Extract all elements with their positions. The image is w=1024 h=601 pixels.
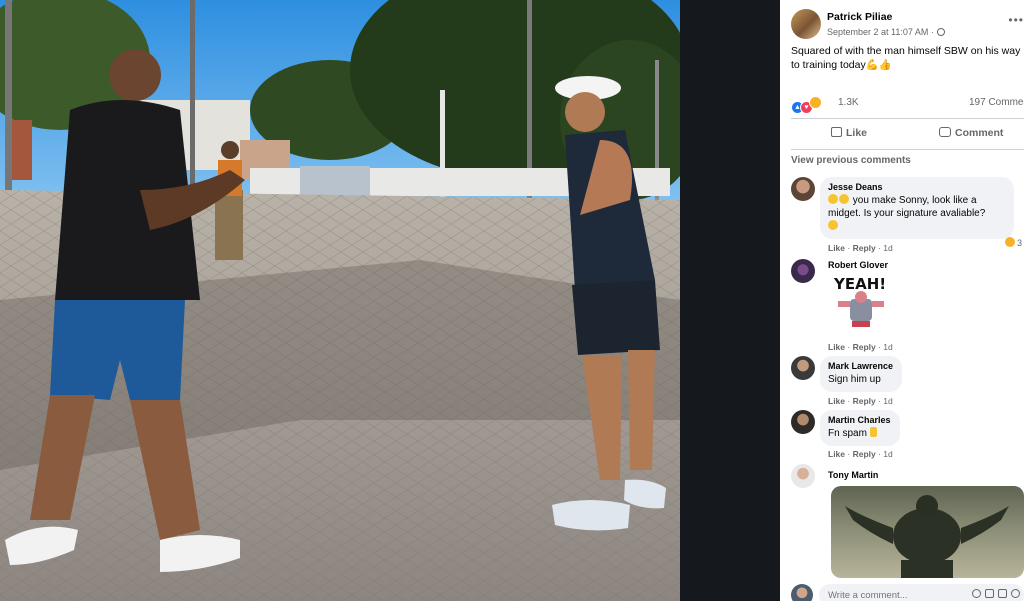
comment-item: Tony Martin xyxy=(791,464,1024,578)
comment-bubble: Jesse Deans you make Sonny, look like a … xyxy=(820,177,1014,239)
comment-bubble: Mark Lawrence Sign him up xyxy=(820,356,903,392)
commenter-avatar[interactable] xyxy=(791,177,815,201)
commenter-name[interactable]: Robert Glover xyxy=(828,260,888,270)
photo-letterbox xyxy=(680,0,780,601)
comment-actions: Like · Reply · 1d xyxy=(828,243,893,253)
comment-time[interactable]: 1d xyxy=(883,342,892,352)
thumbs-up-icon xyxy=(831,127,842,137)
hand-emoji-icon xyxy=(869,427,877,437)
comment-count[interactable]: 197 Comments xyxy=(969,97,1024,108)
haha-reaction-icon xyxy=(809,96,822,109)
comment-reply-link[interactable]: Reply xyxy=(853,396,876,406)
comment-reply-link[interactable]: Reply xyxy=(853,243,876,253)
view-previous-comments-link[interactable]: View previous comments xyxy=(791,155,911,166)
laughing-emoji-icon xyxy=(828,194,838,204)
comment-actions: Like · Reply · 1d xyxy=(828,396,893,406)
commenter-name[interactable]: Tony Martin xyxy=(828,470,878,480)
comment-like-link[interactable]: Like xyxy=(828,449,845,459)
comment-item: Robert Glover YEAH! Like · Reply · 1d xyxy=(791,259,1024,353)
caption-emojis: 💪👍 xyxy=(865,59,892,71)
comment-button[interactable]: Comment xyxy=(939,127,1003,139)
author-avatar[interactable] xyxy=(791,9,821,39)
comment-item: Martin Charles Fn spam Like · Reply · 1d xyxy=(791,410,1024,462)
sticker-text: YEAH! xyxy=(833,275,886,293)
caption-line-2: to training today💪👍 xyxy=(791,59,892,71)
comment-icon xyxy=(939,127,951,137)
comment-item: Mark Lawrence Sign him up Like · Reply ·… xyxy=(791,356,1024,406)
camera-icon[interactable] xyxy=(985,589,994,598)
commenter-name[interactable]: Mark Lawrence xyxy=(828,361,893,371)
comment-like-link[interactable]: Like xyxy=(828,396,845,406)
post-sidebar: Patrick Piliae September 2 at 11:07 AM ·… xyxy=(780,0,1024,601)
globe-icon xyxy=(936,28,945,36)
rofl-emoji-icon xyxy=(828,220,838,230)
reaction-count[interactable]: 1.3K xyxy=(838,97,859,108)
sticker-icon[interactable] xyxy=(1011,589,1020,598)
comment-actions: Like · Reply · 1d xyxy=(828,342,893,352)
comment-reply-link[interactable]: Reply xyxy=(853,342,876,352)
yeah-sticker: YEAH! xyxy=(833,275,886,327)
gif-icon[interactable] xyxy=(998,589,1007,598)
comment-text: Fn spam xyxy=(828,427,891,440)
comment-text: you make Sonny, look like a midget. Is y… xyxy=(828,194,1005,233)
post-meta: September 2 at 11:07 AM · xyxy=(827,27,945,37)
commenter-avatar[interactable] xyxy=(791,259,815,283)
comment-bubble: Martin Charles Fn spam xyxy=(820,410,900,446)
comment-time[interactable]: 1d xyxy=(883,449,892,459)
comment-gif-image[interactable] xyxy=(831,486,1024,578)
commenter-avatar[interactable] xyxy=(791,464,815,488)
post-date[interactable]: September 2 at 11:07 AM xyxy=(827,27,928,37)
post-action-bar: Like Comment xyxy=(791,118,1024,150)
more-options-icon[interactable]: ••• xyxy=(1008,13,1024,27)
laughing-emoji-icon xyxy=(839,194,849,204)
commenter-avatar[interactable] xyxy=(791,410,815,434)
comment-reply-link[interactable]: Reply xyxy=(853,449,876,459)
like-button[interactable]: Like xyxy=(831,127,867,139)
post-header: Patrick Piliae September 2 at 11:07 AM ·… xyxy=(780,0,1024,42)
composer-icons xyxy=(968,589,1020,600)
emoji-icon[interactable] xyxy=(972,589,981,598)
hulk-figure-illustration xyxy=(845,495,1009,578)
reaction-icons: ▲ ♥ xyxy=(791,96,822,114)
current-user-avatar xyxy=(791,584,813,601)
comment-item: Jesse Deans you make Sonny, look like a … xyxy=(791,177,1024,253)
haha-reaction-icon xyxy=(1004,237,1015,247)
commenter-name[interactable]: Jesse Deans xyxy=(828,182,1005,192)
comment-like-link[interactable]: Like xyxy=(828,342,845,352)
reactions-summary[interactable]: ▲♥ 1.3K 197 Comments xyxy=(791,94,1024,114)
comment-time[interactable]: 1d xyxy=(883,396,892,406)
comment-reactions[interactable]: 3 xyxy=(1004,237,1022,248)
commenter-name[interactable]: Martin Charles xyxy=(828,415,891,425)
commenter-avatar[interactable] xyxy=(791,356,815,380)
author-name[interactable]: Patrick Piliae xyxy=(827,11,892,23)
comment-actions: Like · Reply · 1d xyxy=(828,449,893,459)
caption-line-1: Squared of with the man himself SBW on h… xyxy=(791,45,1021,57)
comment-like-link[interactable]: Like xyxy=(828,243,845,253)
post-photo[interactable] xyxy=(0,0,680,601)
comment-composer xyxy=(791,582,1024,601)
comment-time[interactable]: 1d xyxy=(883,243,892,253)
photo-illustration xyxy=(0,0,680,601)
post-caption: Squared of with the man himself SBW on h… xyxy=(791,44,1024,72)
comment-text: Sign him up xyxy=(828,374,881,385)
